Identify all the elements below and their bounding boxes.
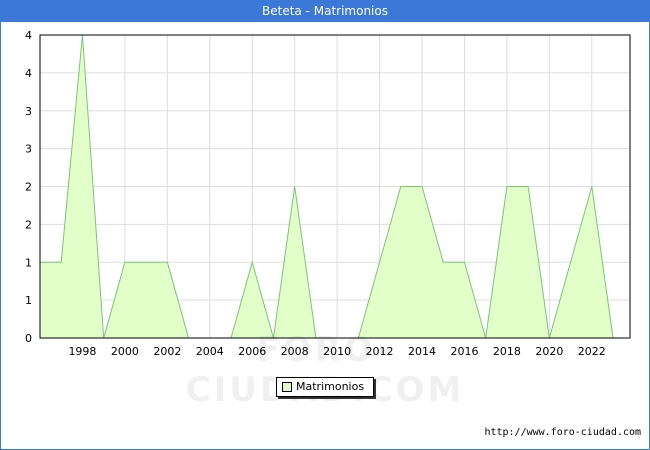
x-tick-label: 2022 <box>578 345 606 358</box>
x-tick-label: 2020 <box>535 345 563 358</box>
legend: Matrimonios <box>276 377 374 397</box>
y-tick-label: 1 <box>25 256 32 269</box>
x-tick-label: 1998 <box>68 345 96 358</box>
legend-swatch <box>282 382 292 392</box>
y-tick-label: 1 <box>25 294 32 307</box>
source-url[interactable]: http://www.foro-ciudad.com <box>484 427 641 438</box>
y-tick-label: 4 <box>25 67 32 80</box>
y-tick-label: 0 <box>25 332 32 345</box>
y-tick-label: 4 <box>25 29 32 42</box>
y-tick-label: 3 <box>25 105 32 118</box>
legend-label: Matrimonios <box>296 380 365 393</box>
y-tick-label: 3 <box>25 143 32 156</box>
y-tick-label: 2 <box>25 218 32 231</box>
watermark: FORO-CIUDAD.COM <box>185 330 465 410</box>
x-tick-label: 2000 <box>111 345 139 358</box>
y-tick-label: 2 <box>25 181 32 194</box>
